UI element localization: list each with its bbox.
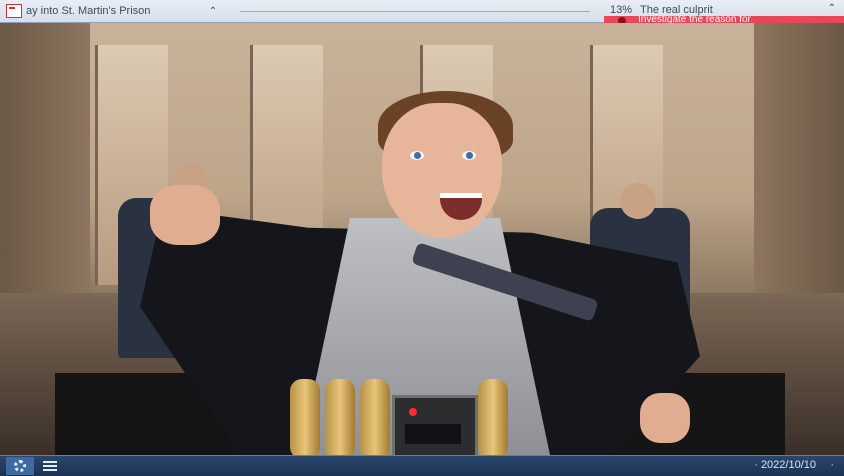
quest-tracker[interactable]: ay into St. Martin's Prison ⌃ <box>0 0 230 22</box>
list-icon <box>43 461 57 471</box>
dynamite-stick <box>290 379 320 455</box>
wall-right <box>754 23 844 313</box>
date-display: 2022/10/10 <box>760 459 816 471</box>
bomb-light <box>409 408 417 416</box>
character-eye <box>462 151 476 160</box>
document-icon <box>6 4 22 18</box>
wall-left <box>0 23 90 313</box>
character-hand-right <box>640 393 690 443</box>
task-title: The real culprit <box>640 4 713 16</box>
divider <box>240 11 590 12</box>
character-hand-left <box>150 185 220 245</box>
guard-right-head <box>620 183 656 219</box>
task-list-button[interactable] <box>36 457 64 475</box>
bomb-timer <box>392 395 478 455</box>
separator-dot: · <box>754 459 758 471</box>
chevron-up-icon[interactable]: ⌃ <box>828 3 836 14</box>
quest-title: ay into St. Martin's Prison <box>26 5 151 17</box>
bottom-bar: · 2022/10/10 · <box>0 455 844 476</box>
game-scene[interactable] <box>0 23 844 455</box>
bomb-screen <box>405 424 461 444</box>
character-eye <box>410 151 424 160</box>
settings-button[interactable] <box>6 457 34 475</box>
character-face <box>382 103 502 238</box>
progress-percent: 13% <box>610 4 633 16</box>
dynamite-stick <box>360 379 390 455</box>
dynamite-stick <box>325 379 355 455</box>
separator-dot: · <box>830 459 834 471</box>
gear-icon <box>14 460 26 472</box>
dynamite-stick <box>478 379 508 455</box>
chevron-up-icon[interactable]: ⌃ <box>206 6 220 17</box>
